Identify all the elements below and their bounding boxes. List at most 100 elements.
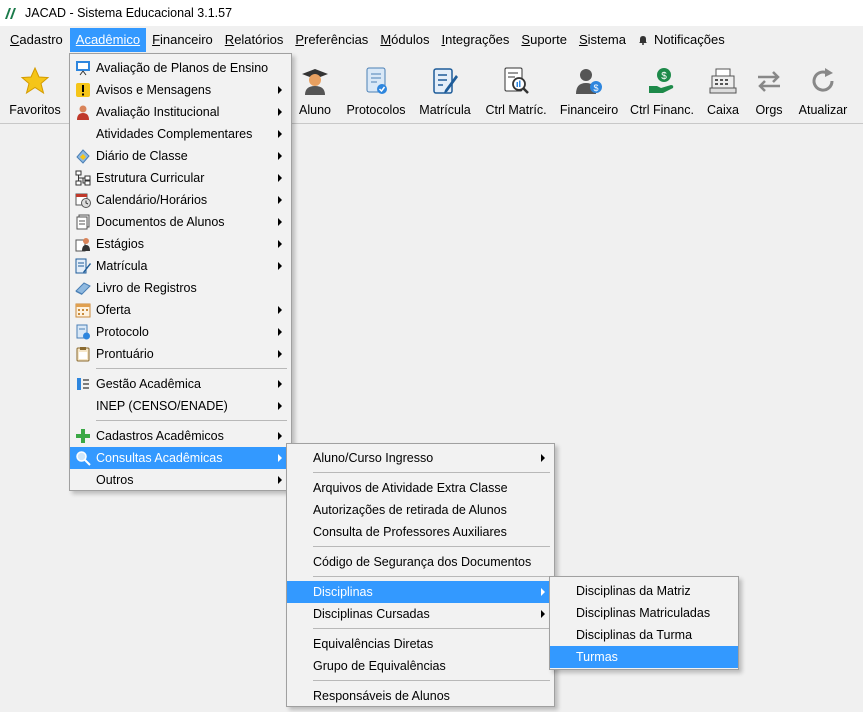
menu-item-codigo-seguranca[interactable]: Código de Segurança dos Documentos — [287, 551, 554, 573]
menu-item-estagios[interactable]: Estágios — [70, 233, 291, 255]
menu-item-consultas-academicas[interactable]: Consultas Acadêmicas — [70, 447, 291, 469]
menu-item-label: Cadastros Acadêmicos — [96, 429, 224, 443]
menu-item-turmas[interactable]: Turmas — [550, 646, 738, 668]
bell-icon — [638, 36, 647, 45]
menu-item-matricula[interactable]: Matrícula — [70, 255, 291, 277]
menu-item-label: Documentos de Alunos — [96, 215, 225, 229]
menu-item-avaliacao-institucional[interactable]: Avaliação Institucional — [70, 101, 291, 123]
toolbar-financeiro-button[interactable]: $ Financeiro — [557, 54, 621, 122]
menu-item-disciplinas-matriz[interactable]: Disciplinas da Matriz — [550, 580, 738, 602]
toolbar-caixa-button[interactable]: Caixa — [703, 54, 743, 122]
menu-item-label: Calendário/Horários — [96, 193, 208, 207]
menu-item-protocolo[interactable]: Protocolo — [70, 321, 291, 343]
user-icon — [74, 104, 92, 120]
menu-integracoes[interactable]: Integrações — [435, 28, 515, 52]
academico-menu: Avaliação de Planos de Ensino Avisos e M… — [69, 53, 292, 491]
submenu-arrow-icon — [278, 240, 282, 248]
search-document-icon — [499, 64, 533, 98]
toolbar-aluno-button[interactable]: Aluno — [294, 54, 336, 122]
consultas-menu: Aluno/Curso Ingresso Arquivos de Ativida… — [286, 443, 555, 707]
disciplinas-menu: Disciplinas da Matriz Disciplinas Matric… — [549, 576, 739, 670]
toolbar-aluno-label: Aluno — [299, 103, 331, 117]
clipboard-icon — [74, 346, 92, 362]
submenu-arrow-icon — [278, 306, 282, 314]
menu-modulos-label: ódulos — [391, 32, 430, 47]
money-hand-icon: $ — [645, 64, 679, 98]
toolbar-orgs-button[interactable]: Orgs — [752, 54, 786, 122]
menu-item-oferta[interactable]: Oferta — [70, 299, 291, 321]
menu-item-cadastros-academicos[interactable]: Cadastros Acadêmicos — [70, 425, 291, 447]
submenu-arrow-icon — [278, 432, 282, 440]
menu-item-atividades-complementares[interactable]: Atividades Complementares — [70, 123, 291, 145]
toolbar-ctrl-matric-button[interactable]: Ctrl Matríc. — [483, 54, 549, 122]
menu-notificacoes[interactable]: Notificações — [632, 28, 731, 52]
star-icon — [18, 64, 52, 98]
menu-item-label: Turmas — [576, 650, 618, 664]
toolbar-protocolos-label: Protocolos — [346, 103, 406, 117]
menu-item-livro-registros[interactable]: Livro de Registros — [70, 277, 291, 299]
form-pencil-icon — [74, 258, 92, 274]
menu-relatorios[interactable]: Relatórios — [219, 28, 290, 52]
menu-financeiro[interactable]: Financeiro — [146, 28, 219, 52]
menu-item-label: Equivalências Diretas — [313, 637, 434, 651]
menu-item-label: Estrutura Curricular — [96, 171, 205, 185]
menu-item-grupo-equivalencias[interactable]: Grupo de Equivalências — [287, 655, 554, 677]
menu-item-avisos-mensagens[interactable]: Avisos e Mensagens — [70, 79, 291, 101]
submenu-arrow-icon — [278, 196, 282, 204]
menu-item-label: Disciplinas Matriculadas — [576, 606, 711, 620]
submenu-arrow-icon — [278, 130, 282, 138]
menu-separator — [313, 576, 550, 577]
menu-item-prontuario[interactable]: Prontuário — [70, 343, 291, 365]
documents-icon — [74, 214, 92, 230]
menu-cadastro[interactable]: Cadastro — [4, 28, 69, 52]
menu-item-disciplinas-matriculadas[interactable]: Disciplinas Matriculadas — [550, 602, 738, 624]
menu-item-estrutura-curricular[interactable]: Estrutura Curricular — [70, 167, 291, 189]
menu-item-inep[interactable]: INEP (CENSO/ENADE) — [70, 395, 291, 417]
menu-item-aluno-curso-ingresso[interactable]: Aluno/Curso Ingresso — [287, 447, 554, 469]
menu-financeiro-mnemonic: F — [152, 32, 161, 47]
menu-item-diario-classe[interactable]: Diário de Classe — [70, 145, 291, 167]
menu-item-consulta-professores[interactable]: Consulta de Professores Auxiliares — [287, 521, 554, 543]
submenu-arrow-icon — [541, 454, 545, 462]
menu-item-autorizacoes-retirada[interactable]: Autorizações de retirada de Alunos — [287, 499, 554, 521]
menu-suporte[interactable]: Suporte — [515, 28, 573, 52]
menu-item-disciplinas-turma[interactable]: Disciplinas da Turma — [550, 624, 738, 646]
menu-sistema[interactable]: Sistema — [573, 28, 632, 52]
finance-person-icon: $ — [572, 64, 606, 98]
menu-item-disciplinas[interactable]: Disciplinas — [287, 581, 554, 603]
toolbar-matricula-button[interactable]: Matrícula — [416, 54, 474, 122]
menu-item-documentos-alunos[interactable]: Documentos de Alunos — [70, 211, 291, 233]
submenu-arrow-icon — [278, 152, 282, 160]
menu-academico[interactable]: Acadêmico — [69, 28, 147, 52]
menu-item-avaliacao-planos[interactable]: Avaliação de Planos de Ensino — [70, 57, 291, 79]
submenu-arrow-icon — [278, 402, 282, 410]
toolbar-ctrl-financ-button[interactable]: $ Ctrl Financ. — [628, 54, 696, 122]
menu-relatorios-mnemonic: R — [224, 32, 235, 47]
menu-item-outros[interactable]: Outros — [70, 469, 291, 491]
menu-item-label: Atividades Complementares — [96, 127, 253, 141]
menu-separator — [96, 420, 287, 421]
menu-item-gestao-academica[interactable]: Gestão Acadêmica — [70, 373, 291, 395]
menu-item-calendario-horarios[interactable]: Calendário/Horários — [70, 189, 291, 211]
menu-sistema-mnemonic: S — [578, 32, 588, 47]
menu-modulos[interactable]: Módulos — [374, 28, 435, 52]
menu-item-label: Estágios — [96, 237, 144, 251]
menu-item-equivalencias-diretas[interactable]: Equivalências Diretas — [287, 633, 554, 655]
toolbar-protocolos-button[interactable]: Protocolos — [344, 54, 408, 122]
toolbar-favoritos-button[interactable]: Favoritos — [6, 54, 64, 122]
menu-item-responsaveis-alunos[interactable]: Responsáveis de Alunos — [287, 685, 554, 707]
toolbar-financeiro-label: Financeiro — [559, 103, 619, 117]
menu-item-label: Aluno/Curso Ingresso — [313, 451, 434, 465]
menu-item-label: Responsáveis de Alunos — [313, 689, 450, 703]
submenu-arrow-icon — [278, 108, 282, 116]
plus-icon — [74, 428, 92, 444]
menu-item-disciplinas-cursadas[interactable]: Disciplinas Cursadas — [287, 603, 554, 625]
menu-item-label: Consulta de Professores Auxiliares — [313, 525, 507, 539]
toolbar-atualizar-button[interactable]: Atualizar — [796, 54, 850, 122]
menu-suporte-label: uporte — [530, 32, 567, 47]
menu-notificacoes-label: Notificações — [653, 32, 725, 47]
menu-item-arquivos-atividade[interactable]: Arquivos de Atividade Extra Classe — [287, 477, 554, 499]
jacad-logo-icon — [4, 6, 18, 20]
submenu-arrow-icon — [278, 262, 282, 270]
menu-preferencias[interactable]: Preferências — [289, 28, 374, 52]
